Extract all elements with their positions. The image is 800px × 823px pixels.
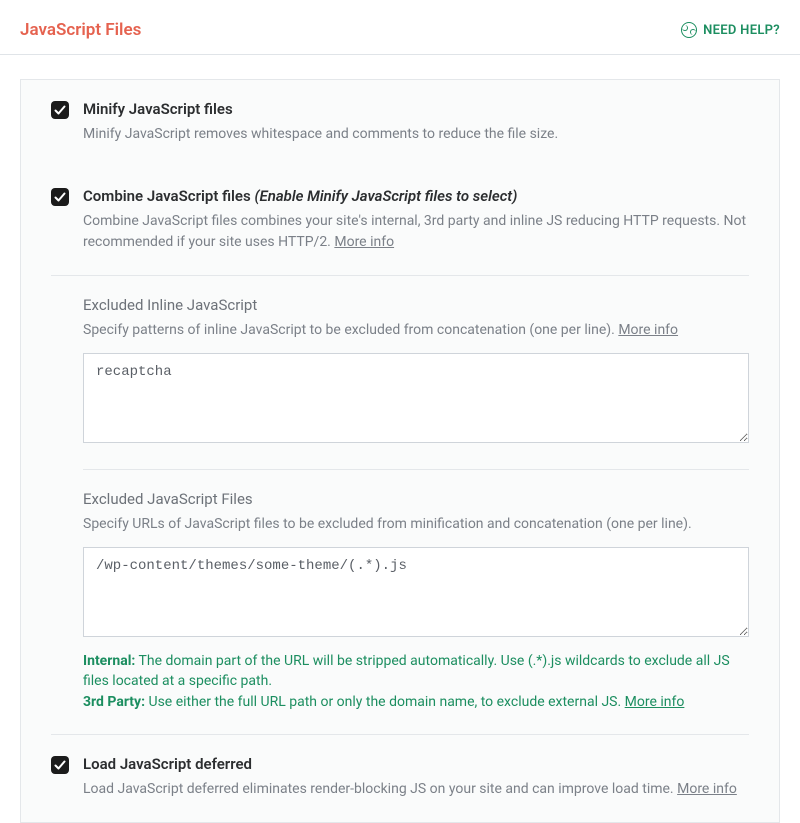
combine-desc: Combine JavaScript files combines your s…: [83, 211, 749, 253]
excluded-inline-textarea[interactable]: [83, 353, 749, 443]
minify-title: Minify JavaScript files: [83, 100, 749, 118]
excluded-inline-more-info-link[interactable]: More info: [618, 322, 678, 338]
note-3rdparty-text: Use either the full URL path or only the…: [145, 694, 625, 710]
minify-checkbox[interactable]: [51, 101, 69, 119]
defer-more-info-link[interactable]: More info: [677, 781, 737, 797]
checkmark-icon: [54, 191, 66, 203]
combine-hint: (Enable Minify JavaScript files to selec…: [254, 187, 517, 205]
need-help-label: NEED HELP?: [703, 23, 780, 38]
settings-panel: Minify JavaScript files Minify JavaScrip…: [20, 79, 780, 823]
defer-desc: Load JavaScript deferred eliminates rend…: [83, 779, 749, 800]
combine-title: Combine JavaScript files (Enable Minify …: [83, 187, 749, 205]
excluded-files-title: Excluded JavaScript Files: [83, 490, 749, 508]
note-internal-text: The domain part of the URL will be strip…: [83, 653, 730, 689]
page-header: JavaScript Files NEED HELP?: [0, 0, 800, 55]
note-3rdparty-label: 3rd Party:: [83, 694, 145, 710]
minify-desc: Minify JavaScript removes whitespace and…: [83, 124, 749, 145]
excluded-files-more-info-link[interactable]: More info: [625, 694, 685, 710]
excluded-files-notes: Internal: The domain part of the URL wil…: [83, 651, 749, 712]
excluded-inline-desc: Specify patterns of inline JavaScript to…: [83, 320, 749, 341]
excluded-inline-section: Excluded Inline JavaScript Specify patte…: [21, 276, 779, 469]
excluded-inline-title: Excluded Inline JavaScript: [83, 296, 749, 314]
note-internal-label: Internal:: [83, 653, 135, 669]
defer-section: Load JavaScript deferred Load JavaScript…: [21, 735, 779, 822]
combine-checkbox[interactable]: [51, 188, 69, 206]
defer-checkbox[interactable]: [51, 756, 69, 774]
page-title: JavaScript Files: [20, 20, 141, 40]
need-help-link[interactable]: NEED HELP?: [681, 22, 780, 38]
excluded-files-section: Excluded JavaScript Files Specify URLs o…: [21, 470, 779, 734]
combine-section: Combine JavaScript files (Enable Minify …: [21, 167, 779, 275]
checkmark-icon: [54, 104, 66, 116]
excluded-files-textarea[interactable]: [83, 547, 749, 637]
excluded-files-desc: Specify URLs of JavaScript files to be e…: [83, 514, 749, 535]
checkmark-icon: [54, 759, 66, 771]
combine-more-info-link[interactable]: More info: [334, 234, 394, 250]
minify-section: Minify JavaScript files Minify JavaScrip…: [21, 80, 779, 167]
defer-title: Load JavaScript deferred: [83, 755, 749, 773]
lifebuoy-icon: [681, 22, 697, 38]
